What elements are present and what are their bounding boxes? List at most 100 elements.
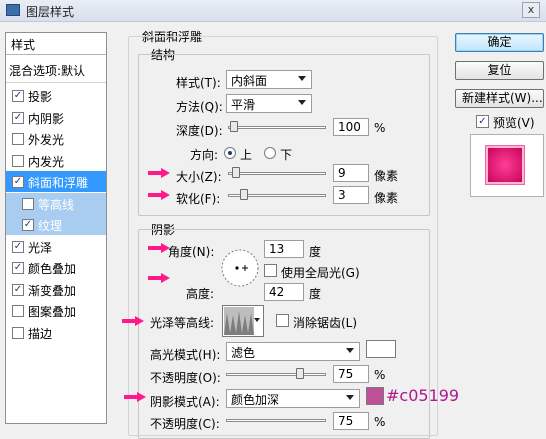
style-item-label: 内发光: [28, 154, 65, 169]
size-slider-track[interactable]: [228, 172, 326, 175]
pointer-arrow-icon: [148, 168, 170, 178]
method-select[interactable]: 平滑: [226, 94, 312, 113]
style-item-checkbox[interactable]: [12, 133, 24, 145]
highlight-opacity-unit: %: [374, 368, 386, 382]
angle-unit: 度: [309, 245, 322, 259]
style-item-checkbox[interactable]: [12, 154, 24, 167]
shadow-opacity-label: 不透明度(C):: [150, 417, 220, 431]
shadow-color-swatch[interactable]: [366, 387, 384, 405]
global-light-checkbox[interactable]: [264, 264, 277, 277]
anti-alias-label: 消除锯齿(L): [293, 316, 358, 330]
angle-dial[interactable]: [220, 248, 260, 288]
highlight-opacity-track[interactable]: [226, 373, 326, 376]
highlight-color-swatch[interactable]: [366, 340, 396, 358]
style-item-checkbox[interactable]: ✓: [12, 176, 24, 188]
style-item-label: 图案叠加: [28, 305, 77, 319]
gloss-contour-label: 光泽等高线:: [150, 316, 215, 330]
size-input[interactable]: 9: [333, 164, 369, 182]
style-item-checkbox[interactable]: ✓: [12, 262, 24, 274]
depth-slider-thumb[interactable]: [230, 121, 238, 132]
contour-preview-icon: [224, 307, 254, 335]
style-list-item[interactable]: ✓ 投影: [6, 85, 106, 106]
soften-slider-thumb[interactable]: [240, 189, 248, 200]
soften-input[interactable]: 3: [333, 186, 369, 204]
soften-unit: 像素: [374, 191, 399, 205]
style-list-item[interactable]: 外发光: [6, 128, 106, 149]
style-item-label: 光泽: [28, 240, 53, 255]
size-label: 大小(Z):: [176, 170, 222, 184]
preview-thumbnail: [486, 146, 524, 184]
chevron-down-icon: [254, 318, 260, 322]
style-item-checkbox[interactable]: ✓: [12, 90, 24, 102]
gloss-contour-picker[interactable]: [222, 305, 264, 337]
direction-down-label: 下: [280, 148, 293, 162]
style-list-item[interactable]: ✓ 内阴影: [6, 107, 106, 128]
style-list-item[interactable]: ✓ 斜面和浮雕: [6, 171, 106, 192]
style-list-item[interactable]: ✓ 光泽: [6, 236, 106, 257]
shadow-color-annotation: #c05199: [386, 386, 460, 405]
style-list: 样式 混合选项:默认 ✓ 投影 ✓ 内阴影 外发光 内发光 ✓ 斜面和浮雕 等高线 ✓ 纹理 ✓ 光泽 ✓…: [5, 32, 107, 424]
window-title: 图层样式: [26, 5, 75, 19]
style-item-label: 外发光: [28, 133, 65, 147]
direction-up-radio[interactable]: [224, 147, 236, 159]
style-select-value: 内斜面: [231, 74, 268, 88]
highlight-mode-value: 滤色: [231, 346, 256, 360]
preview-checkbox[interactable]: ✓: [476, 115, 489, 128]
size-unit: 像素: [374, 169, 399, 183]
highlight-mode-label: 高光模式(H):: [150, 348, 221, 362]
highlight-opacity-thumb[interactable]: [296, 368, 304, 379]
pointer-arrow-icon: [148, 273, 170, 283]
style-list-item[interactable]: ✓ 颜色叠加: [6, 257, 106, 278]
style-list-header[interactable]: 样式: [6, 33, 106, 55]
style-list-item[interactable]: 内发光: [6, 150, 106, 171]
style-item-checkbox[interactable]: [12, 305, 24, 317]
angle-input[interactable]: 13: [264, 240, 304, 258]
style-list-item[interactable]: ✓ 纹理: [6, 214, 106, 235]
direction-down-radio[interactable]: [264, 147, 276, 159]
size-slider-thumb[interactable]: [232, 167, 240, 178]
style-item-checkbox[interactable]: ✓: [12, 283, 24, 296]
shadow-mode-value: 颜色加深: [231, 393, 280, 407]
style-item-label: 等高线: [38, 197, 75, 212]
style-item-label: 内阴影: [28, 111, 65, 126]
chevron-down-icon: [346, 395, 354, 400]
style-list-item[interactable]: 描边: [6, 322, 106, 343]
shadow-mode-select[interactable]: 颜色加深: [226, 389, 360, 408]
highlight-mode-select[interactable]: 滤色: [226, 342, 360, 361]
style-list-item[interactable]: 等高线: [6, 192, 106, 214]
close-button[interactable]: x: [522, 2, 540, 18]
pointer-arrow-icon: [148, 190, 170, 200]
altitude-unit: 度: [309, 287, 322, 301]
style-item-checkbox[interactable]: ✓: [22, 219, 34, 231]
soften-label: 软化(F):: [176, 192, 221, 206]
method-label: 方法(Q):: [176, 100, 223, 114]
direction-label: 方向:: [190, 148, 219, 162]
depth-slider-track[interactable]: [228, 126, 326, 129]
depth-label: 深度(D):: [176, 124, 223, 138]
highlight-opacity-input[interactable]: 75: [333, 365, 369, 383]
chevron-down-icon: [298, 100, 306, 105]
reset-button[interactable]: 复位: [455, 61, 544, 80]
depth-input[interactable]: 100: [333, 118, 369, 136]
altitude-input[interactable]: 42: [264, 283, 304, 301]
style-list-item[interactable]: ✓ 渐变叠加: [6, 279, 106, 300]
preview-label: 预览(V): [493, 116, 535, 130]
style-item-checkbox[interactable]: ✓: [12, 240, 24, 253]
style-item-checkbox[interactable]: [22, 197, 34, 210]
ok-button[interactable]: 确定: [455, 33, 544, 52]
style-item-label: 渐变叠加: [28, 283, 77, 298]
blend-options-item[interactable]: 混合选项:默认: [6, 57, 106, 83]
depth-unit: %: [374, 121, 386, 135]
pointer-arrow-icon: [124, 392, 146, 402]
new-style-button[interactable]: 新建样式(W)...: [455, 89, 544, 108]
style-item-checkbox[interactable]: ✓: [12, 111, 24, 124]
shadow-opacity-track[interactable]: [226, 419, 326, 422]
app-icon: [6, 4, 20, 16]
style-list-item[interactable]: 图案叠加: [6, 300, 106, 321]
shadow-opacity-input[interactable]: 75: [333, 412, 369, 430]
anti-alias-checkbox[interactable]: [276, 314, 289, 327]
style-item-checkbox[interactable]: [12, 326, 24, 339]
altitude-label: 高度:: [186, 287, 215, 301]
style-select[interactable]: 内斜面: [226, 70, 312, 89]
chevron-down-icon: [346, 348, 354, 353]
